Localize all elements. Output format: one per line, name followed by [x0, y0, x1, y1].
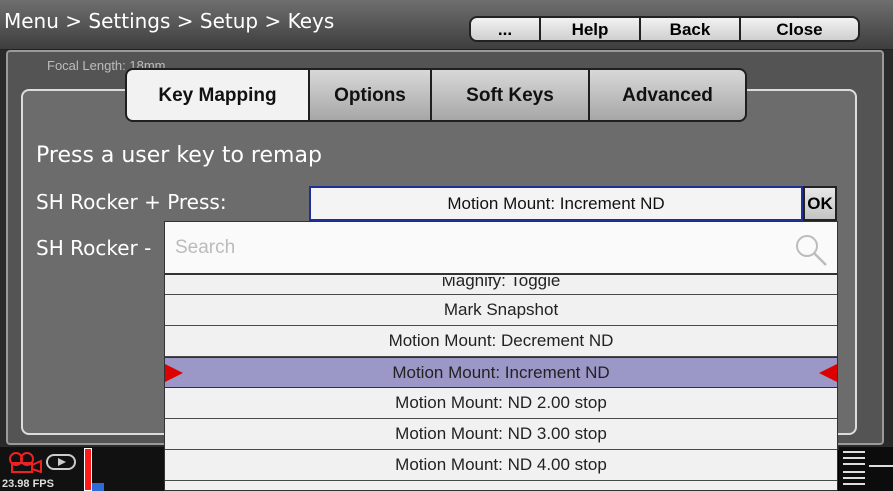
tab-options[interactable]: Options [308, 68, 432, 122]
list-item[interactable]: Mark Snapshot [165, 295, 837, 326]
camera-record-icon [9, 452, 42, 473]
tab-key-mapping[interactable]: Key Mapping [125, 68, 310, 122]
function-dropdown: Magnify: Toggle Mark Snapshot Motion Mou… [164, 221, 838, 491]
sh-rocker-minus-label: SH Rocker - [36, 236, 152, 260]
back-button[interactable]: Back [639, 16, 741, 42]
record-level-bar [84, 448, 92, 491]
list-item-selected[interactable]: Motion Mount: Increment ND [165, 357, 837, 388]
breadcrumb: Menu > Settings > Setup > Keys [4, 9, 335, 33]
search-input[interactable] [175, 232, 775, 264]
status-bar-blue [92, 483, 104, 491]
remap-instruction: Press a user key to remap [36, 143, 322, 168]
list-item[interactable]: Motion Mount: ND 3.00 stop [165, 419, 837, 450]
tab-advanced[interactable]: Advanced [588, 68, 747, 122]
key-function-field[interactable]: Motion Mount: Increment ND [309, 186, 803, 221]
ok-button[interactable]: OK [803, 186, 837, 221]
function-list: Magnify: Toggle Mark Snapshot Motion Mou… [165, 277, 837, 481]
tab-bar: Key Mapping Options Soft Keys Advanced [125, 68, 747, 122]
list-item[interactable]: Motion Mount: ND 2.00 stop [165, 388, 837, 419]
sh-rocker-press-label: SH Rocker + Press: [36, 190, 227, 214]
list-item[interactable]: Motion Mount: Decrement ND [165, 326, 837, 357]
list-item-label: Motion Mount: Increment ND [392, 363, 610, 382]
search-bar [165, 222, 837, 275]
fps-readout: 23.98 FPS [2, 478, 54, 490]
more-button[interactable]: ... [469, 16, 541, 42]
list-item[interactable]: Motion Mount: ND 4.00 stop [165, 450, 837, 481]
playback-icon [46, 454, 76, 470]
selection-marker-right-icon [819, 364, 837, 382]
close-button[interactable]: Close [739, 16, 860, 42]
search-icon[interactable] [793, 232, 829, 268]
selection-marker-left-icon [165, 364, 183, 382]
audio-meter [839, 447, 893, 491]
list-item[interactable]: Magnify: Toggle [165, 277, 837, 295]
tab-soft-keys[interactable]: Soft Keys [430, 68, 590, 122]
top-bar: Menu > Settings > Setup > Keys ... Help … [0, 0, 893, 50]
help-button[interactable]: Help [539, 16, 641, 42]
top-buttons: ... Help Back Close [469, 16, 860, 42]
